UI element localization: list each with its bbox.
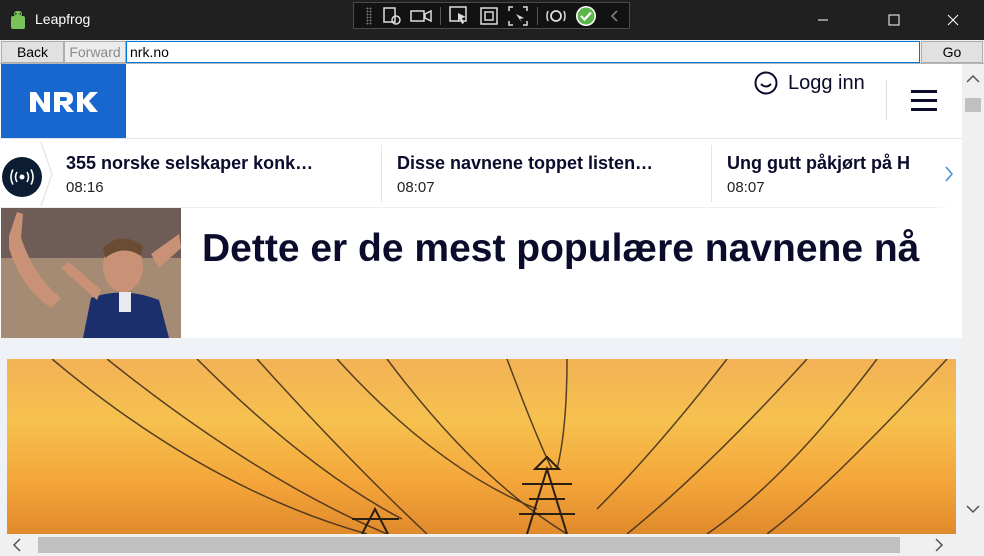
article-thumbnail[interactable] (1, 208, 181, 338)
scroll-up-icon[interactable] (966, 74, 980, 84)
scroll-down-icon[interactable] (966, 504, 980, 514)
nrk-logo[interactable] (1, 64, 126, 138)
ticker-item[interactable]: 355 norske selskaper konk… 08:16 (66, 139, 366, 208)
ticker-item-title: Ung gutt påkjørt på H (727, 153, 910, 173)
login-link[interactable]: Logg inn (754, 68, 865, 98)
feature-image[interactable] (7, 359, 956, 534)
scroll-right-icon[interactable] (934, 538, 944, 552)
go-button[interactable]: Go (921, 41, 983, 63)
smiley-user-icon (754, 71, 778, 95)
cursor-select-icon (449, 5, 468, 24)
close-button[interactable] (930, 0, 976, 40)
select-element-button[interactable] (446, 4, 473, 28)
browser-navbar: Back Forward nrk.no Go (0, 40, 984, 64)
hamburger-menu-icon[interactable] (911, 90, 937, 112)
login-label: Logg inn (788, 71, 865, 94)
site-header: Logg inn (0, 64, 962, 139)
top-article[interactable]: Dette er de mest populære navnene nå (0, 208, 962, 338)
athlete-photo (1, 208, 181, 338)
window-title: Leapfrog (35, 11, 91, 27)
inspect-settings-button[interactable] (378, 4, 405, 28)
back-button[interactable]: Back (1, 41, 64, 63)
feature-banner (0, 338, 962, 534)
forward-button[interactable]: Forward (64, 41, 126, 63)
ticker-item-time: 08:16 (66, 179, 104, 196)
ticker-item-title: Disse navnene toppet listen… (397, 153, 654, 173)
chevron-right-icon (945, 165, 954, 182)
close-icon (947, 14, 959, 26)
broadcast-icon[interactable] (2, 157, 42, 197)
status-ok-button[interactable] (572, 4, 599, 28)
toolbar-divider (439, 6, 441, 25)
ticker-next-button[interactable] (936, 139, 962, 208)
frame-button[interactable] (475, 4, 502, 28)
chevron-left-icon (611, 9, 618, 22)
ticker-divider (381, 145, 382, 202)
window-titlebar: Leapfrog (0, 0, 984, 40)
ticker-item[interactable]: Ung gutt påkjørt på H 08:07 (727, 139, 936, 208)
broadcast-waves-icon (10, 169, 34, 185)
sync-button[interactable] (543, 4, 570, 28)
ticker-item-time: 08:07 (727, 179, 765, 196)
minimize-button[interactable] (800, 0, 846, 40)
record-video-button[interactable] (407, 4, 434, 28)
minimize-icon (818, 19, 828, 21)
news-ticker: 355 norske selskaper konk… 08:16 Disse n… (0, 139, 962, 208)
header-divider (886, 80, 887, 120)
ticker-item-time: 08:07 (397, 179, 435, 196)
nrk-logo-mark (29, 92, 98, 112)
region-select-icon (508, 5, 528, 26)
power-lines-photo (51, 359, 948, 534)
video-camera-icon (410, 9, 432, 22)
ticker-separator-icon (40, 141, 53, 207)
toolbar-grip-icon[interactable] (366, 6, 372, 25)
region-select-button[interactable] (504, 4, 531, 28)
dev-toolbar (353, 2, 630, 29)
vertical-scrollbar[interactable] (962, 64, 984, 534)
maximize-icon (888, 14, 900, 26)
vertical-scroll-thumb[interactable] (965, 98, 981, 112)
article-headline[interactable]: Dette er de mest populære navnene nå (202, 226, 942, 272)
inspect-settings-icon (382, 6, 401, 25)
url-input[interactable]: nrk.no (126, 41, 920, 63)
frame-icon (479, 6, 498, 25)
maximize-button[interactable] (871, 0, 917, 40)
collapse-toolbar-button[interactable] (602, 4, 629, 28)
ticker-item-title: 355 norske selskaper konk… (66, 153, 314, 173)
android-app-icon (11, 11, 25, 29)
web-viewport: Logg inn 355 norske selskaper konk… 08:1… (0, 64, 962, 534)
horizontal-scrollbar[interactable] (0, 534, 962, 556)
ticker-item[interactable]: Disse navnene toppet listen… 08:07 (397, 139, 697, 208)
scrollbar-corner (962, 534, 984, 556)
toolbar-divider (536, 6, 538, 25)
sync-icon (546, 9, 567, 22)
checkmark-circle-icon (575, 5, 596, 26)
ticker-divider (711, 145, 712, 202)
horizontal-scroll-thumb[interactable] (38, 537, 900, 553)
scroll-left-icon[interactable] (12, 538, 22, 552)
